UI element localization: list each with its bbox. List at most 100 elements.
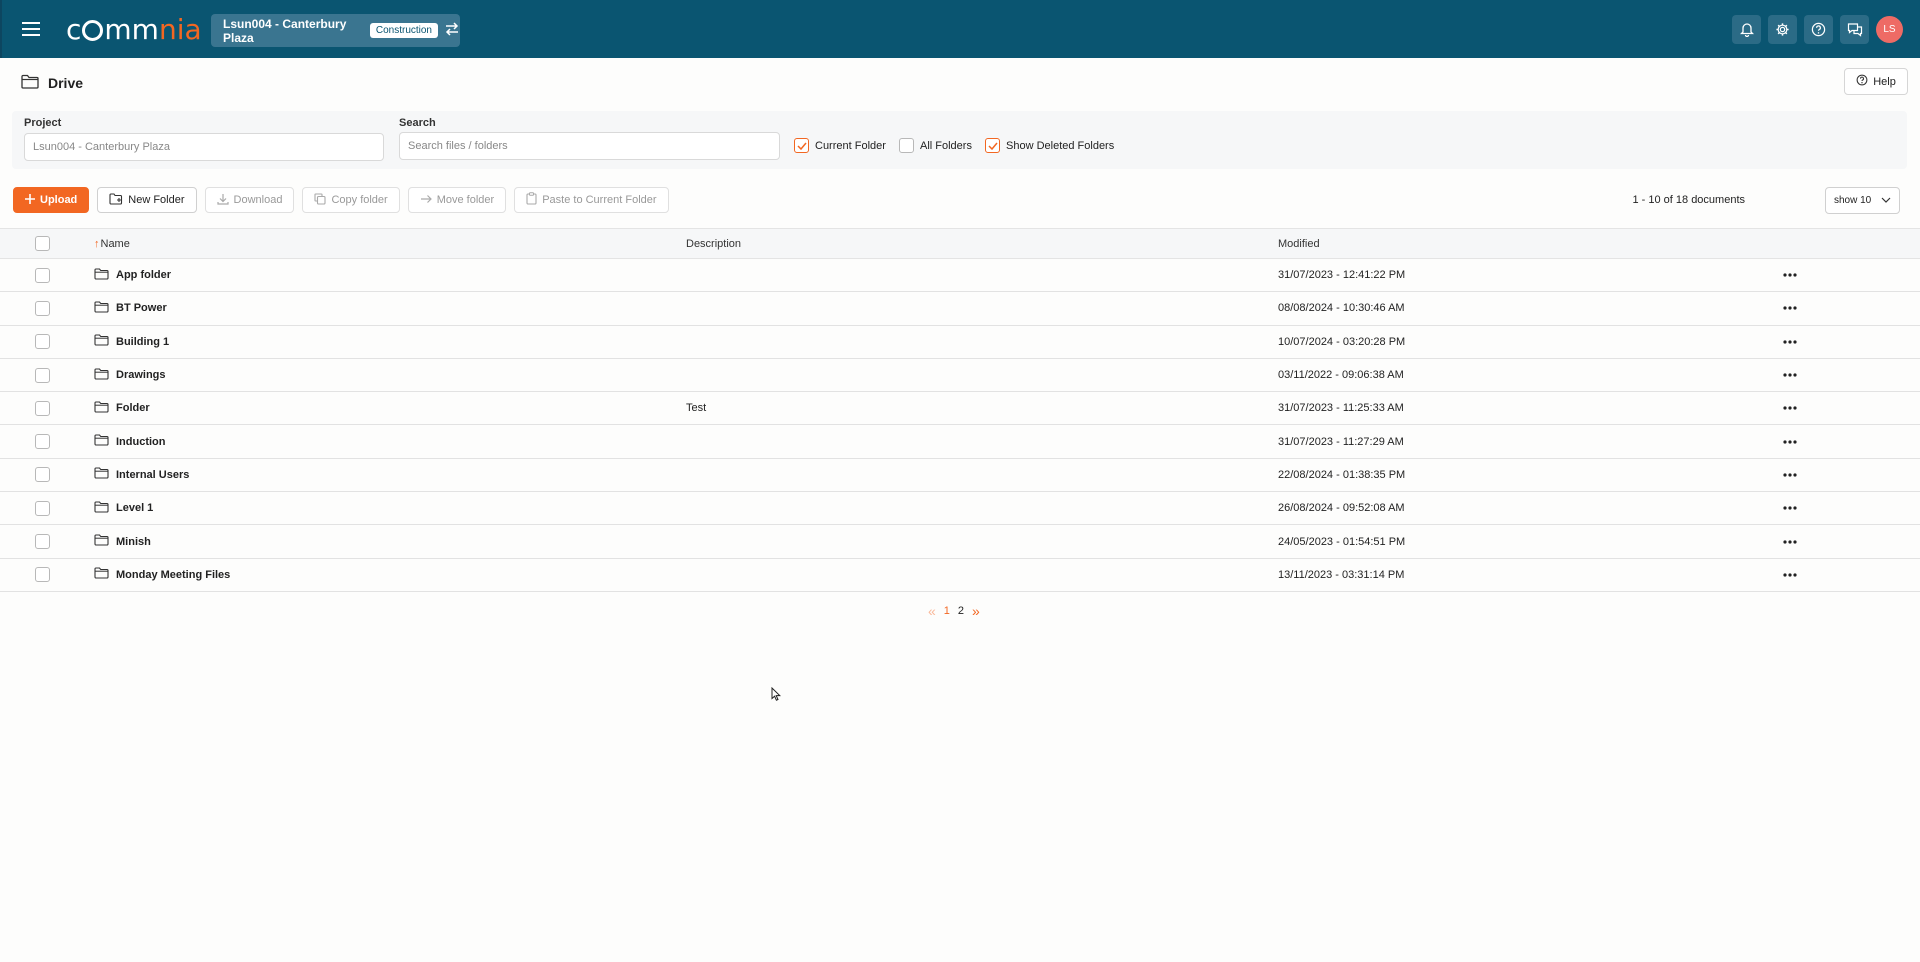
project-switcher[interactable]: Lsun004 - Canterbury Plaza Construction [211, 14, 460, 47]
table-row[interactable]: App folder 31/07/2023 - 12:41:22 PM [0, 259, 1920, 293]
folder-name-cell[interactable]: Internal Users [94, 459, 189, 491]
help-button[interactable]: Help [1844, 68, 1908, 95]
top-navigation-bar: c mm nia Lsun004 - Canterbury Plaza Constr… [0, 0, 1920, 58]
more-actions-icon[interactable] [1783, 259, 1797, 291]
more-actions-icon[interactable] [1783, 359, 1797, 391]
copy-folder-button[interactable]: Copy folder [302, 187, 400, 213]
table-row[interactable]: Internal Users 22/08/2024 - 01:38:35 PM [0, 459, 1920, 493]
folder-modified: 08/08/2024 - 10:30:46 AM [1278, 302, 1405, 315]
copy-icon [314, 192, 327, 208]
menu-icon[interactable] [22, 22, 40, 36]
document-count: 1 - 10 of 18 documents [1632, 194, 1745, 206]
table-row[interactable]: Minish 24/05/2023 - 01:54:51 PM [0, 525, 1920, 559]
sort-ascending-icon: ↑ [94, 237, 100, 250]
table-row[interactable]: BT Power 08/08/2024 - 10:30:46 AM [0, 292, 1920, 326]
next-page-button[interactable]: » [972, 603, 980, 619]
row-checkbox[interactable] [35, 567, 50, 583]
row-checkbox[interactable] [35, 467, 50, 483]
row-checkbox[interactable] [35, 434, 50, 450]
folder-name-cell[interactable]: BT Power [94, 292, 167, 324]
row-checkbox[interactable] [35, 267, 50, 283]
project-field[interactable]: Lsun004 - Canterbury Plaza [24, 133, 384, 161]
more-actions-icon[interactable] [1783, 326, 1797, 358]
all-folders-checkbox[interactable]: All Folders [899, 138, 972, 153]
folder-modified: 13/11/2023 - 03:31:14 PM [1278, 568, 1405, 581]
checkbox-checked[interactable] [985, 138, 1000, 153]
gear-icon[interactable] [1768, 15, 1797, 44]
page-title: Drive [21, 74, 83, 92]
project-label: Project [24, 117, 62, 129]
paste-button[interactable]: Paste to Current Folder [514, 187, 669, 213]
more-actions-icon[interactable] [1783, 559, 1797, 591]
show-deleted-folders-checkbox[interactable]: Show Deleted Folders [985, 138, 1114, 153]
prev-page-button[interactable]: « [928, 603, 936, 619]
row-checkbox[interactable] [35, 534, 50, 550]
all-folders-label: All Folders [920, 139, 972, 152]
row-checkbox[interactable] [35, 334, 50, 350]
description-column-header[interactable]: Description [686, 229, 741, 258]
folder-name-cell[interactable]: Folder [94, 392, 150, 424]
folder-icon [94, 467, 109, 482]
folder-icon [94, 567, 109, 582]
table-row[interactable]: Level 1 26/08/2024 - 09:52:08 AM [0, 492, 1920, 526]
download-button[interactable]: Download [204, 187, 295, 213]
question-icon [1856, 74, 1868, 89]
search-input[interactable]: Search files / folders [399, 132, 780, 160]
folder-name-cell[interactable]: Induction [94, 425, 166, 457]
row-checkbox[interactable] [35, 400, 50, 416]
folder-modified: 26/08/2024 - 09:52:08 AM [1278, 502, 1405, 515]
checkbox-checked[interactable] [794, 138, 809, 153]
more-actions-icon[interactable] [1783, 459, 1797, 491]
folder-name-cell[interactable]: Building 1 [94, 326, 169, 358]
bell-icon[interactable] [1732, 15, 1761, 44]
folder-name-cell[interactable]: App folder [94, 259, 171, 291]
name-column-header[interactable]: ↑ Name [94, 229, 130, 258]
page-1[interactable]: 1 [944, 605, 950, 617]
more-actions-icon[interactable] [1783, 425, 1797, 457]
move-folder-button[interactable]: Move folder [407, 187, 507, 213]
select-all-checkbox[interactable] [35, 236, 50, 251]
row-checkbox[interactable] [35, 367, 50, 383]
question-icon[interactable] [1804, 15, 1833, 44]
documents-table: ↑ Name Description Modified App folder 31… [0, 228, 1920, 592]
more-actions-icon[interactable] [1783, 492, 1797, 524]
page-2[interactable]: 2 [958, 605, 964, 617]
download-icon [216, 193, 229, 208]
folder-modified: 31/07/2023 - 12:41:22 PM [1278, 269, 1406, 282]
folder-name: Internal Users [116, 468, 190, 481]
checkbox-unchecked[interactable] [899, 138, 914, 153]
table-row[interactable]: Monday Meeting Files 13/11/2023 - 03:31:1… [0, 559, 1920, 592]
current-folder-checkbox[interactable]: Current Folder [794, 138, 886, 153]
page-size-select[interactable]: show 10 [1825, 187, 1900, 214]
folder-icon [94, 268, 109, 283]
arrow-right-icon [420, 194, 432, 207]
more-actions-icon[interactable] [1783, 392, 1797, 424]
folder-name-cell[interactable]: Minish [94, 525, 151, 557]
toolbar: Upload New Folder Download Copy folder M… [13, 187, 669, 213]
row-checkbox[interactable] [35, 300, 50, 316]
page-title-text: Drive [48, 75, 84, 91]
more-actions-icon[interactable] [1783, 525, 1797, 557]
table-header: ↑ Name Description Modified [0, 228, 1920, 259]
commnia-logo[interactable]: c mm nia [66, 12, 202, 46]
row-checkbox[interactable] [35, 500, 50, 516]
folder-name-cell[interactable]: Drawings [94, 359, 166, 391]
table-row[interactable]: Building 1 10/07/2024 - 03:20:28 PM [0, 326, 1920, 359]
folder-name-cell[interactable]: Level 1 [94, 492, 153, 524]
table-row[interactable]: Folder Test 31/07/2023 - 11:25:33 AM [0, 392, 1920, 426]
folder-modified: 31/07/2023 - 11:25:33 AM [1278, 402, 1404, 415]
chat-icon[interactable] [1840, 15, 1869, 44]
table-row[interactable]: Drawings 03/11/2022 - 09:06:38 AM [0, 359, 1920, 393]
folder-name-cell[interactable]: Monday Meeting Files [94, 559, 230, 591]
more-actions-icon[interactable] [1783, 292, 1797, 324]
folder-icon [94, 534, 109, 549]
upload-button[interactable]: Upload [13, 187, 90, 213]
user-avatar[interactable]: LS [1876, 16, 1903, 43]
table-row[interactable]: Induction 31/07/2023 - 11:27:29 AM [0, 425, 1920, 459]
chevron-down-icon [1881, 195, 1891, 206]
folder-name: Monday Meeting Files [116, 568, 231, 581]
modified-column-header[interactable]: Modified [1278, 229, 1320, 258]
folder-name: Drawings [116, 369, 166, 382]
new-folder-button[interactable]: New Folder [97, 187, 197, 213]
folder-icon [94, 301, 109, 316]
